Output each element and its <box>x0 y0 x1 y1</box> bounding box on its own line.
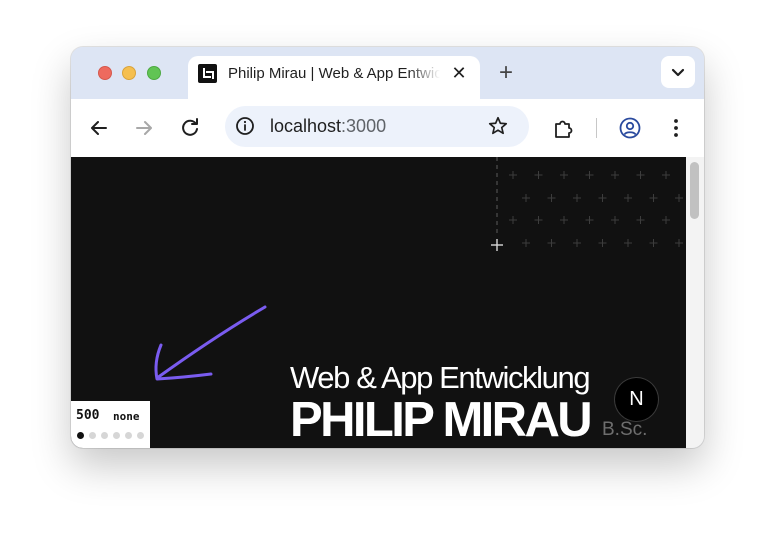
nextjs-devtools-button[interactable]: N <box>615 378 658 421</box>
profile-button[interactable] <box>618 116 642 140</box>
favicon-icon <box>198 64 217 83</box>
info-icon[interactable] <box>235 116 255 136</box>
extensions-button[interactable] <box>551 116 575 140</box>
url-port: :3000 <box>341 116 387 136</box>
arrow-right-icon <box>136 121 152 135</box>
window-minimize-button[interactable] <box>122 66 136 80</box>
kebab-menu-icon <box>674 119 678 137</box>
url-host: localhost <box>270 116 342 136</box>
puzzle-icon <box>555 120 573 138</box>
window-close-button[interactable] <box>98 66 112 80</box>
dev-indicator-dot <box>101 432 108 439</box>
dev-indicator-state: none <box>113 410 140 423</box>
page-scrollbar[interactable] <box>686 157 704 448</box>
url-text[interactable]: localhost:3000 <box>270 116 386 137</box>
reload-button[interactable] <box>178 116 202 140</box>
toolbar-divider <box>596 118 597 138</box>
dev-indicator-dot <box>113 432 120 439</box>
dev-indicator-dot <box>137 432 144 439</box>
dev-indicator-dot <box>77 432 84 439</box>
forward-button[interactable] <box>132 116 156 140</box>
address-bar[interactable]: localhost:3000 <box>225 106 529 147</box>
tab-active[interactable]: Philip Mirau | Web & App Entwicklung ✕ <box>188 56 480 99</box>
dev-indicator: 500 none <box>71 401 150 448</box>
browser-window: Philip Mirau | Web & App Entwicklung ✕ + <box>71 47 704 448</box>
star-icon[interactable] <box>487 115 509 137</box>
new-tab-icon[interactable]: + <box>494 61 518 85</box>
scrollbar-thumb[interactable] <box>690 162 699 219</box>
page-viewport: Web & App Entwicklung PHILIP MIRAU B.Sc.… <box>71 157 686 448</box>
hero-name: PHILIP MIRAU <box>290 393 593 447</box>
hero-subtitle: Web & App Entwicklung <box>290 360 591 395</box>
back-button[interactable] <box>87 116 111 140</box>
tab-title: Philip Mirau | Web & App Entwicklung <box>228 65 440 82</box>
window-maximize-button[interactable] <box>147 66 161 80</box>
dev-indicator-dot <box>125 432 132 439</box>
chevron-down-icon <box>671 68 685 77</box>
dev-indicator-dot <box>89 432 96 439</box>
dev-indicator-dots <box>77 432 149 440</box>
profile-icon <box>619 117 641 139</box>
browser-toolbar: localhost:3000 <box>71 99 704 157</box>
tab-strip: Philip Mirau | Web & App Entwicklung ✕ + <box>71 47 704 99</box>
reload-icon <box>182 118 198 136</box>
arrow-left-icon <box>91 121 107 135</box>
hero-degree: B.Sc. <box>602 419 648 440</box>
menu-button[interactable] <box>664 116 688 140</box>
tab-search-button[interactable] <box>661 56 695 88</box>
tab-close-icon[interactable]: ✕ <box>448 62 470 84</box>
dev-indicator-value: 500 <box>76 408 100 423</box>
